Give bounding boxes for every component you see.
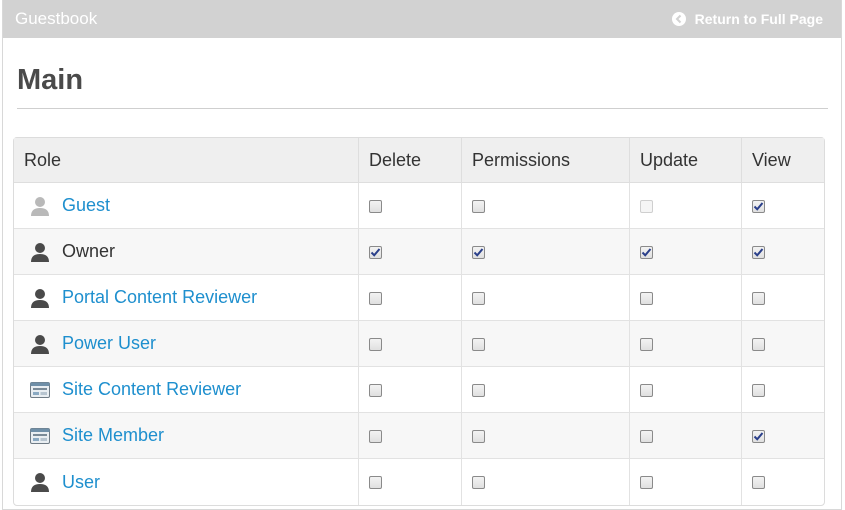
return-to-full-page-link[interactable]: Return to Full Page — [671, 11, 823, 27]
update-cell — [630, 413, 742, 459]
delete-cell — [359, 183, 462, 229]
permissions-cell — [462, 321, 630, 367]
permissions-checkbox[interactable] — [472, 246, 485, 259]
delete-checkbox[interactable] — [369, 429, 382, 443]
view-checkbox[interactable] — [752, 476, 765, 489]
permissions-checkbox[interactable] — [472, 476, 485, 489]
return-label: Return to Full Page — [694, 11, 823, 27]
table-header-row: Role Delete Permissions Update View — [14, 138, 824, 183]
update-checkbox[interactable] — [640, 476, 653, 489]
back-arrow-icon — [671, 12, 686, 26]
delete-cell — [359, 275, 462, 321]
permissions-checkbox[interactable] — [472, 291, 485, 305]
role-name-guest[interactable]: Guest — [62, 195, 110, 216]
permissions-cell — [462, 183, 630, 229]
permissions-cell — [462, 459, 630, 505]
column-header-update: Update — [630, 138, 742, 183]
permissions-cell — [462, 229, 630, 275]
view-cell — [742, 275, 824, 321]
delete-cell — [359, 229, 462, 275]
permissions-cell — [462, 367, 630, 413]
update-cell — [630, 229, 742, 275]
user-icon — [29, 471, 51, 493]
site-role-icon — [29, 425, 51, 447]
view-checkbox[interactable] — [752, 200, 765, 213]
role-name-owner: Owner — [62, 241, 116, 261]
view-checkbox[interactable] — [752, 337, 765, 351]
update-checkbox[interactable] — [640, 429, 653, 443]
portlet-title: Guestbook — [15, 9, 98, 28]
table-row: Site Member — [14, 413, 824, 459]
view-checkbox[interactable] — [752, 383, 765, 397]
delete-cell — [359, 459, 462, 505]
update-checkbox[interactable] — [640, 337, 653, 351]
table-row: Owner — [14, 229, 824, 275]
permissions-checkbox[interactable] — [472, 337, 485, 351]
role-cell: Site Member — [14, 413, 359, 459]
role-cell: Power User — [14, 321, 359, 367]
view-cell — [742, 229, 824, 275]
user-icon — [29, 241, 51, 263]
role-cell: Owner — [14, 229, 359, 275]
role-cell: User — [14, 459, 359, 505]
user-icon — [29, 287, 51, 309]
page-title: Main — [17, 38, 828, 109]
permissions-table: Role Delete Permissions Update View Gues… — [13, 137, 825, 506]
delete-checkbox[interactable] — [369, 476, 382, 489]
role-cell: Site Content Reviewer — [14, 367, 359, 413]
title-bar: Guestbook Return to Full Page — [3, 0, 841, 38]
delete-checkbox[interactable] — [369, 246, 382, 259]
role-name-site-content-reviewer[interactable]: Site Content Reviewer — [62, 379, 241, 400]
guest-user-icon — [29, 195, 51, 217]
update-cell — [630, 459, 742, 505]
view-checkbox[interactable] — [752, 430, 765, 443]
delete-checkbox[interactable] — [369, 291, 382, 305]
table-row: Power User — [14, 321, 824, 367]
table-row: User — [14, 459, 824, 505]
column-header-view: View — [742, 138, 824, 183]
delete-checkbox[interactable] — [369, 337, 382, 351]
delete-cell — [359, 413, 462, 459]
update-cell — [630, 183, 742, 229]
table-row: Portal Content Reviewer — [14, 275, 824, 321]
permissions-cell — [462, 413, 630, 459]
role-name-power-user[interactable]: Power User — [62, 333, 156, 354]
view-cell — [742, 413, 824, 459]
role-name-portal-content-reviewer[interactable]: Portal Content Reviewer — [62, 287, 257, 308]
site-role-icon — [29, 379, 51, 401]
permissions-checkbox[interactable] — [472, 383, 485, 397]
view-cell — [742, 459, 824, 505]
column-header-role: Role — [14, 138, 359, 183]
view-checkbox[interactable] — [752, 291, 765, 305]
delete-checkbox[interactable] — [369, 199, 382, 213]
role-name-user[interactable]: User — [62, 472, 100, 493]
view-cell — [742, 321, 824, 367]
column-header-permissions: Permissions — [462, 138, 630, 183]
permissions-cell — [462, 275, 630, 321]
update-cell — [630, 321, 742, 367]
permissions-checkbox[interactable] — [472, 199, 485, 213]
column-header-delete: Delete — [359, 138, 462, 183]
view-cell — [742, 183, 824, 229]
update-checkbox — [640, 199, 653, 213]
update-checkbox[interactable] — [640, 291, 653, 305]
delete-checkbox[interactable] — [369, 383, 382, 397]
table-row: Site Content Reviewer — [14, 367, 824, 413]
table-row: Guest — [14, 183, 824, 229]
role-cell: Portal Content Reviewer — [14, 275, 359, 321]
user-icon — [29, 333, 51, 355]
delete-cell — [359, 321, 462, 367]
update-cell — [630, 275, 742, 321]
view-cell — [742, 367, 824, 413]
permissions-checkbox[interactable] — [472, 429, 485, 443]
role-cell: Guest — [14, 183, 359, 229]
update-checkbox[interactable] — [640, 246, 653, 259]
delete-cell — [359, 367, 462, 413]
view-checkbox[interactable] — [752, 246, 765, 259]
role-name-site-member[interactable]: Site Member — [62, 425, 164, 446]
update-cell — [630, 367, 742, 413]
update-checkbox[interactable] — [640, 383, 653, 397]
